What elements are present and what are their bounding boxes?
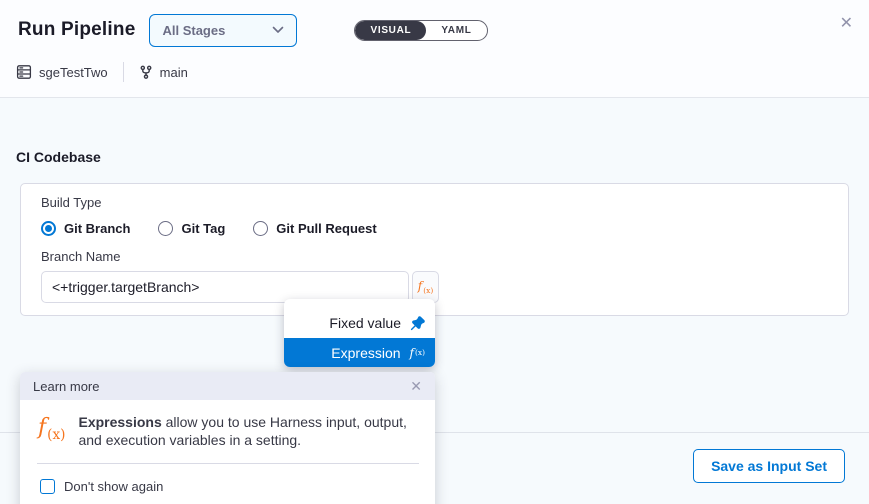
radio-button[interactable] xyxy=(253,221,268,236)
branch-name: main xyxy=(160,65,188,80)
popover-close-icon[interactable]: ✕ xyxy=(410,379,422,393)
dont-show-again-row[interactable]: Don't show again xyxy=(20,464,435,494)
radio-git-pull-request[interactable]: Git Pull Request xyxy=(253,221,376,236)
popover-title: Learn more xyxy=(33,379,99,394)
save-as-input-set-button[interactable]: Save as Input Set xyxy=(693,449,845,483)
build-type-label: Build Type xyxy=(41,195,828,210)
popover-description: Expressions allow you to use Harness inp… xyxy=(78,414,419,450)
page-title: Run Pipeline xyxy=(18,19,135,41)
toggle-visual[interactable]: VISUAL xyxy=(355,21,426,40)
dialog-header: Run Pipeline All Stages VISUAL YAML ✕ xyxy=(0,0,869,98)
chevron-down-icon xyxy=(272,26,284,34)
learn-more-popover: Learn more ✕ f(x) Expressions allow you … xyxy=(20,372,435,504)
fx-icon: f(x) xyxy=(418,280,433,295)
repo-name: sgeTestTwo xyxy=(39,65,108,80)
repository-icon xyxy=(16,64,32,80)
divider xyxy=(123,62,124,82)
codebase-card: Build Type Git Branch Git Tag Git Pull R… xyxy=(20,183,849,316)
branch-name-label: Branch Name xyxy=(41,249,828,264)
close-icon[interactable]: ✕ xyxy=(840,16,853,32)
menu-item-expression[interactable]: Expression f(x) xyxy=(284,338,435,367)
ci-codebase-title: CI Codebase xyxy=(16,149,101,165)
menu-item-fixed-value[interactable]: Fixed value xyxy=(284,308,435,338)
radio-button-selected[interactable] xyxy=(41,221,56,236)
git-branch-icon xyxy=(139,65,153,79)
radio-button[interactable] xyxy=(158,221,173,236)
stage-selector-dropdown[interactable]: All Stages xyxy=(149,14,297,47)
pin-icon xyxy=(410,316,425,331)
run-pipeline-dialog: Run Pipeline All Stages VISUAL YAML ✕ xyxy=(0,0,869,504)
toggle-yaml[interactable]: YAML xyxy=(426,21,486,40)
dont-show-again-checkbox[interactable] xyxy=(40,479,55,494)
expression-fx-icon: f(x) xyxy=(38,417,65,450)
radio-git-branch[interactable]: Git Branch xyxy=(41,221,130,236)
build-type-radio-group: Git Branch Git Tag Git Pull Request xyxy=(41,221,828,236)
radio-git-tag[interactable]: Git Tag xyxy=(158,221,225,236)
fx-icon: f(x) xyxy=(410,347,425,359)
stage-selector-value: All Stages xyxy=(162,23,225,38)
view-mode-toggle: VISUAL YAML xyxy=(354,20,487,41)
value-type-menu: Fixed value Expression f(x) xyxy=(284,299,435,367)
